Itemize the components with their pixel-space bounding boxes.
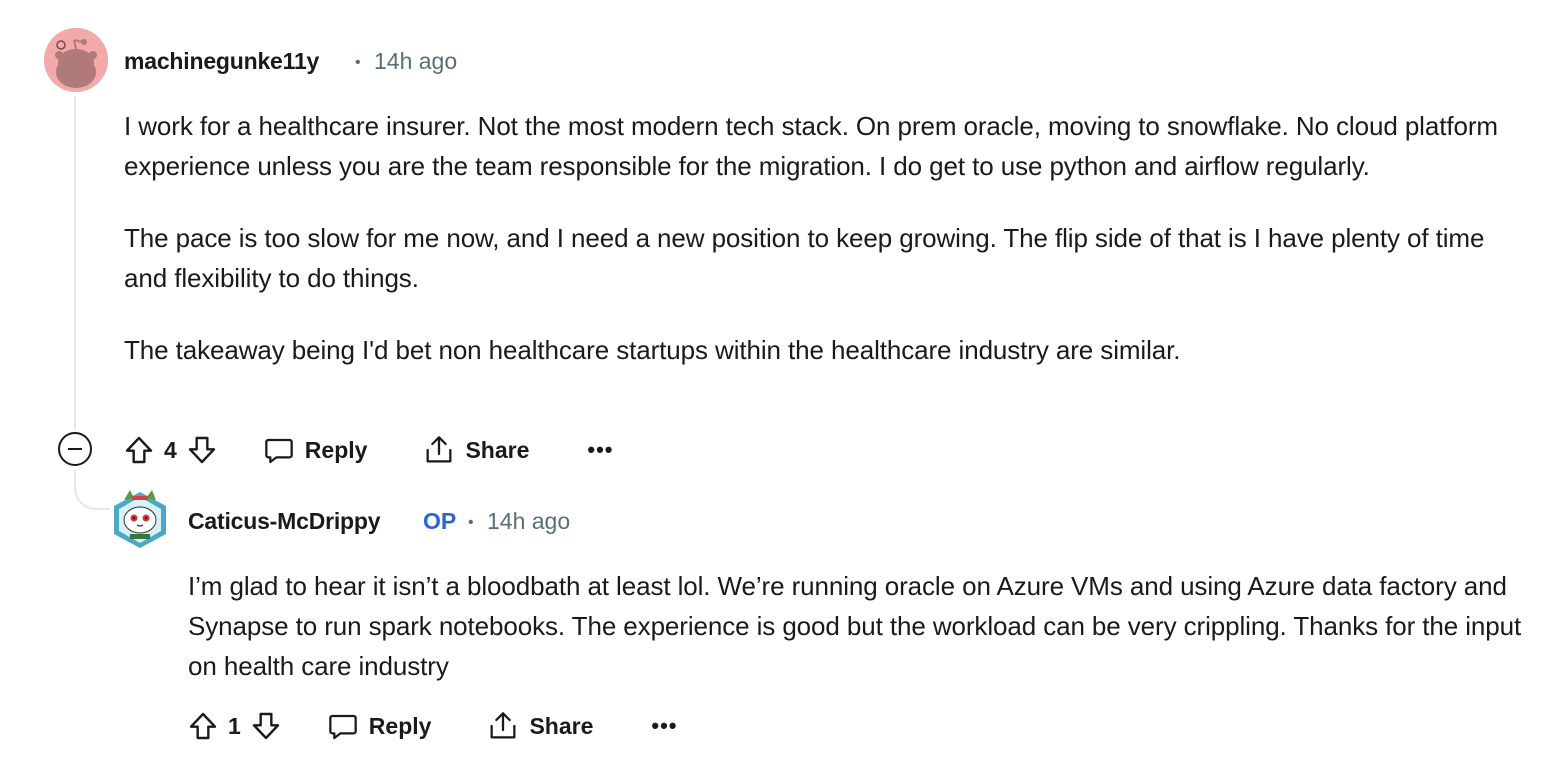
meta-separator: • [355,54,361,71]
upvote-button[interactable] [186,709,220,743]
vote-count: 4 [164,436,177,463]
downvote-button[interactable] [249,709,283,743]
reply-label: Reply [368,712,432,739]
comment-action-bar: 4 Reply Share ••• [122,428,613,472]
speech-bubble-icon [264,438,293,464]
user-avatar[interactable] [110,488,170,552]
comment-paragraph: I work for a healthcare insurer. Not the… [124,111,1498,181]
comment-timestamp[interactable]: 14h ago [487,508,570,535]
downvote-button[interactable] [185,433,219,467]
comment-body: I work for a healthcare insurer. Not the… [124,106,1534,370]
upvote-arrow-icon [189,712,217,740]
reply-label: Reply [304,436,368,463]
share-label: Share [529,712,594,739]
comment-timestamp[interactable]: 14h ago [374,48,457,75]
more-options-button[interactable]: ••• [587,437,613,463]
downvote-arrow-icon [252,712,279,740]
share-label: Share [465,436,530,463]
collapse-minus-icon [68,448,82,450]
comment-paragraph: The pace is too slow for me now, and I n… [124,223,1485,293]
snoo-avatar-icon [44,28,108,92]
thread-line [74,96,76,430]
downvote-arrow-icon [188,436,215,464]
reply-button[interactable]: Reply [327,710,432,742]
collapse-thread-button[interactable] [58,432,92,466]
user-avatar[interactable] [44,28,108,92]
upvote-button[interactable] [122,433,156,467]
upvote-arrow-icon [125,436,153,464]
vote-count: 1 [228,712,241,739]
custom-cat-avatar-icon [114,490,166,548]
comment-paragraph: I’m glad to hear it isn’t a bloodbath at… [188,571,1522,681]
comment-author[interactable]: Caticus-McDrippy [188,508,381,535]
more-options-button[interactable]: ••• [651,713,677,739]
share-button[interactable]: Share [487,710,593,742]
comment-author[interactable]: machinegunke11y [124,48,319,75]
share-button[interactable]: Share [423,434,529,466]
op-badge: OP [423,508,457,534]
comment-paragraph: The takeaway being I'd bet non healthcar… [124,335,1181,365]
share-upload-icon [426,436,452,463]
thread-branch-connector [74,470,110,510]
comment-action-bar: 1 Reply Share ••• [186,704,677,748]
share-upload-icon [490,712,516,739]
reply-button[interactable]: Reply [263,434,368,466]
meta-separator: • [468,514,474,531]
comment-body: I’m glad to hear it isn’t a bloodbath at… [188,566,1538,686]
speech-bubble-icon [328,714,357,740]
